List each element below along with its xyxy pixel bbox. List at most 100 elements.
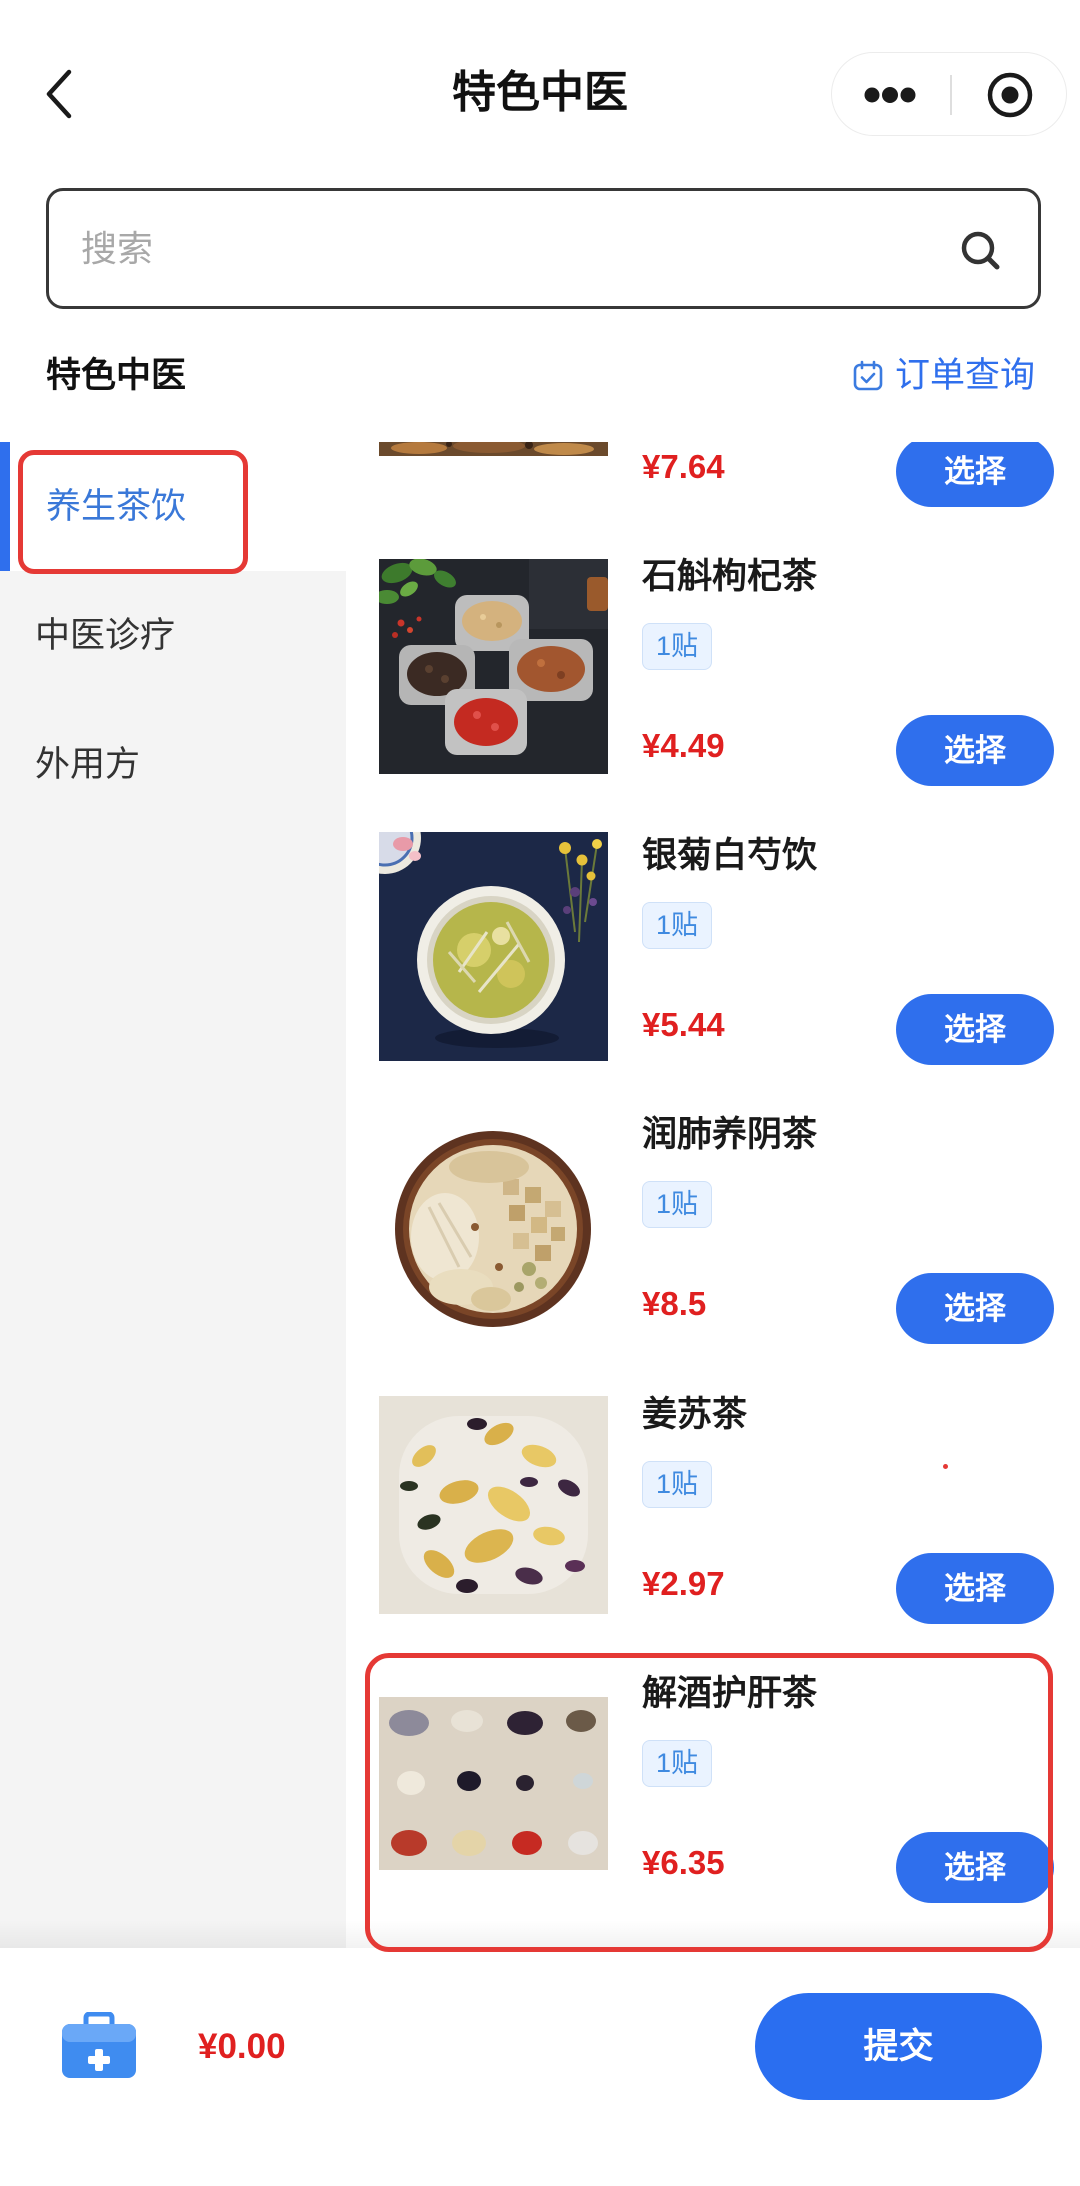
shihu-goji-tea-photo-shape xyxy=(587,577,608,611)
product-name: 银菊白芍饮 xyxy=(642,836,818,875)
chevron-left-icon-shape xyxy=(46,69,72,119)
dose-badge: 1贴 xyxy=(642,1181,712,1228)
bowl-bottom-shape xyxy=(454,698,518,746)
dose-badge: 1贴 xyxy=(642,1740,712,1787)
product-item: 解酒护肝茶 1贴 ¥6.35 选择 xyxy=(346,1674,1080,1948)
product-image xyxy=(379,559,608,774)
product-item: 银菊白芍饮 1贴 ¥5.44 选择 xyxy=(346,832,1080,1117)
close-mini-program-button[interactable] xyxy=(952,53,1066,137)
goji-berries-shape xyxy=(416,616,422,622)
product-price: ¥5.44 xyxy=(642,1006,725,1043)
select-button[interactable]: 选择 xyxy=(896,715,1054,786)
herb-piles-row-1-shape xyxy=(507,1711,543,1735)
more-dots-icon-shape xyxy=(882,87,898,103)
perilla-leaves-shape xyxy=(467,1418,487,1430)
sidebar-item-external-prescription[interactable]: 外用方 xyxy=(0,700,346,829)
product-item: 润肺养阴茶 1贴 ¥8.5 选择 xyxy=(346,1115,1080,1396)
goji-berries-shape xyxy=(397,619,405,627)
footer-shadow xyxy=(0,1920,1080,1948)
yellow-flowers-shape xyxy=(576,854,588,866)
target-circle-icon-shape xyxy=(1001,86,1019,104)
product-item: 石斛枸杞茶 1贴 ¥4.49 选择 xyxy=(346,557,1080,838)
order-query-label: 订单查询 xyxy=(895,356,1036,395)
search-input[interactable] xyxy=(79,191,919,306)
search-button[interactable] xyxy=(955,225,1007,277)
product-price: ¥7.64 xyxy=(642,448,725,485)
product-name: 解酒护肝茶 xyxy=(642,1674,818,1713)
sidebar-item-tcm-treatment[interactable]: 中医诊疗 xyxy=(0,571,346,700)
more-dots-icon xyxy=(864,87,916,103)
more-button[interactable] xyxy=(832,53,950,137)
green-bits-shape xyxy=(514,1282,524,1292)
select-button[interactable]: 选择 xyxy=(896,1832,1054,1903)
product-name: 姜苏茶 xyxy=(642,1395,748,1434)
yellow-flowers-shape xyxy=(570,887,580,897)
lily-bulbs-shape xyxy=(449,1151,529,1183)
herb-piles-row-3-shape xyxy=(512,1831,542,1855)
calendar-check-icon-shape xyxy=(853,363,883,391)
herb-cubes-shape xyxy=(513,1233,529,1249)
herb-cubes-shape xyxy=(525,1187,541,1203)
herb-piles-row-3-shape xyxy=(452,1830,486,1856)
product-price: ¥2.97 xyxy=(642,1565,725,1602)
order-query-link[interactable]: 订单查询 xyxy=(852,349,1052,403)
total-price: ¥0.00 xyxy=(198,2027,286,2066)
product-image xyxy=(379,442,608,456)
target-circle-icon xyxy=(987,72,1033,118)
product-price: ¥6.35 xyxy=(642,1844,725,1881)
yellow-flowers-shape xyxy=(586,871,596,881)
perilla-leaves-shape xyxy=(456,1579,478,1593)
bowl-left-shape xyxy=(441,675,449,683)
active-indicator xyxy=(0,442,10,571)
green-bits-shape xyxy=(471,1223,479,1231)
bowl-right-shape xyxy=(517,646,585,692)
herb-cubes-shape xyxy=(509,1205,525,1221)
search-icon-shape xyxy=(986,256,1000,270)
sidebar-item-health-tea[interactable]: 养生茶饮 xyxy=(0,442,346,571)
calendar-check-icon-shape xyxy=(860,372,876,384)
herb-cubes-shape xyxy=(545,1201,561,1217)
product-list[interactable]: ¥7.64 选择 石斛枸杞茶 1贴 ¥4.49 选择 银菊白芍饮 1贴 ¥5.4… xyxy=(346,442,1080,1948)
bowl-top-shape xyxy=(480,614,486,620)
submit-button[interactable]: 提交 xyxy=(755,1993,1042,2100)
section-title: 特色中医 xyxy=(46,356,187,395)
bowl-bottom xyxy=(445,689,527,755)
herb-cubes-shape xyxy=(535,1245,551,1261)
select-button[interactable]: 选择 xyxy=(896,1553,1054,1624)
product-image xyxy=(379,1117,608,1336)
medicine-box-icon[interactable] xyxy=(60,2012,138,2080)
chevron-left-icon xyxy=(46,69,72,119)
perilla-leaves-shape xyxy=(565,1560,585,1572)
goji-berries-shape xyxy=(407,627,413,633)
herb-pieces-shape xyxy=(534,443,594,455)
ginger-perilla-tea-photo xyxy=(379,1396,608,1614)
search-icon xyxy=(961,231,1000,270)
lily-bulbs-shape xyxy=(471,1287,511,1311)
medicine-box-icon-shape xyxy=(62,2024,136,2042)
select-button[interactable]: 选择 xyxy=(896,442,1054,507)
dose-badge: 1贴 xyxy=(642,902,712,949)
yellow-flowers-shape xyxy=(589,898,597,906)
perilla-leaves-shape xyxy=(400,1481,418,1491)
chrysanthemum-peony-tea-photo xyxy=(379,832,608,1061)
select-button[interactable]: 选择 xyxy=(896,1273,1054,1344)
bowl-bottom-shape xyxy=(473,711,481,719)
bowl-left-shape xyxy=(425,665,433,673)
back-button[interactable] xyxy=(34,60,90,128)
herb-piles-row-3-shape xyxy=(391,1830,427,1856)
shihu-goji-tea-photo xyxy=(379,559,608,774)
herb-piles-row-1-shape xyxy=(389,1710,429,1736)
sidebar-item-label: 中医诊疗 xyxy=(35,616,176,655)
product-name: 石斛枸杞茶 xyxy=(642,557,818,596)
product-name: 润肺养阴茶 xyxy=(642,1115,818,1154)
goji-berries-shape xyxy=(392,632,398,638)
flower-plate-shape xyxy=(409,851,421,861)
select-button[interactable]: 选择 xyxy=(896,994,1054,1065)
bowl-top-shape xyxy=(496,622,502,628)
more-dots-icon-shape xyxy=(864,87,880,103)
product-image xyxy=(379,1697,608,1870)
product-price: ¥8.5 xyxy=(642,1285,707,1322)
tea-cup xyxy=(417,886,565,1034)
sidebar-item-label: 养生茶饮 xyxy=(46,487,187,526)
bowl-right-shape xyxy=(557,671,565,679)
